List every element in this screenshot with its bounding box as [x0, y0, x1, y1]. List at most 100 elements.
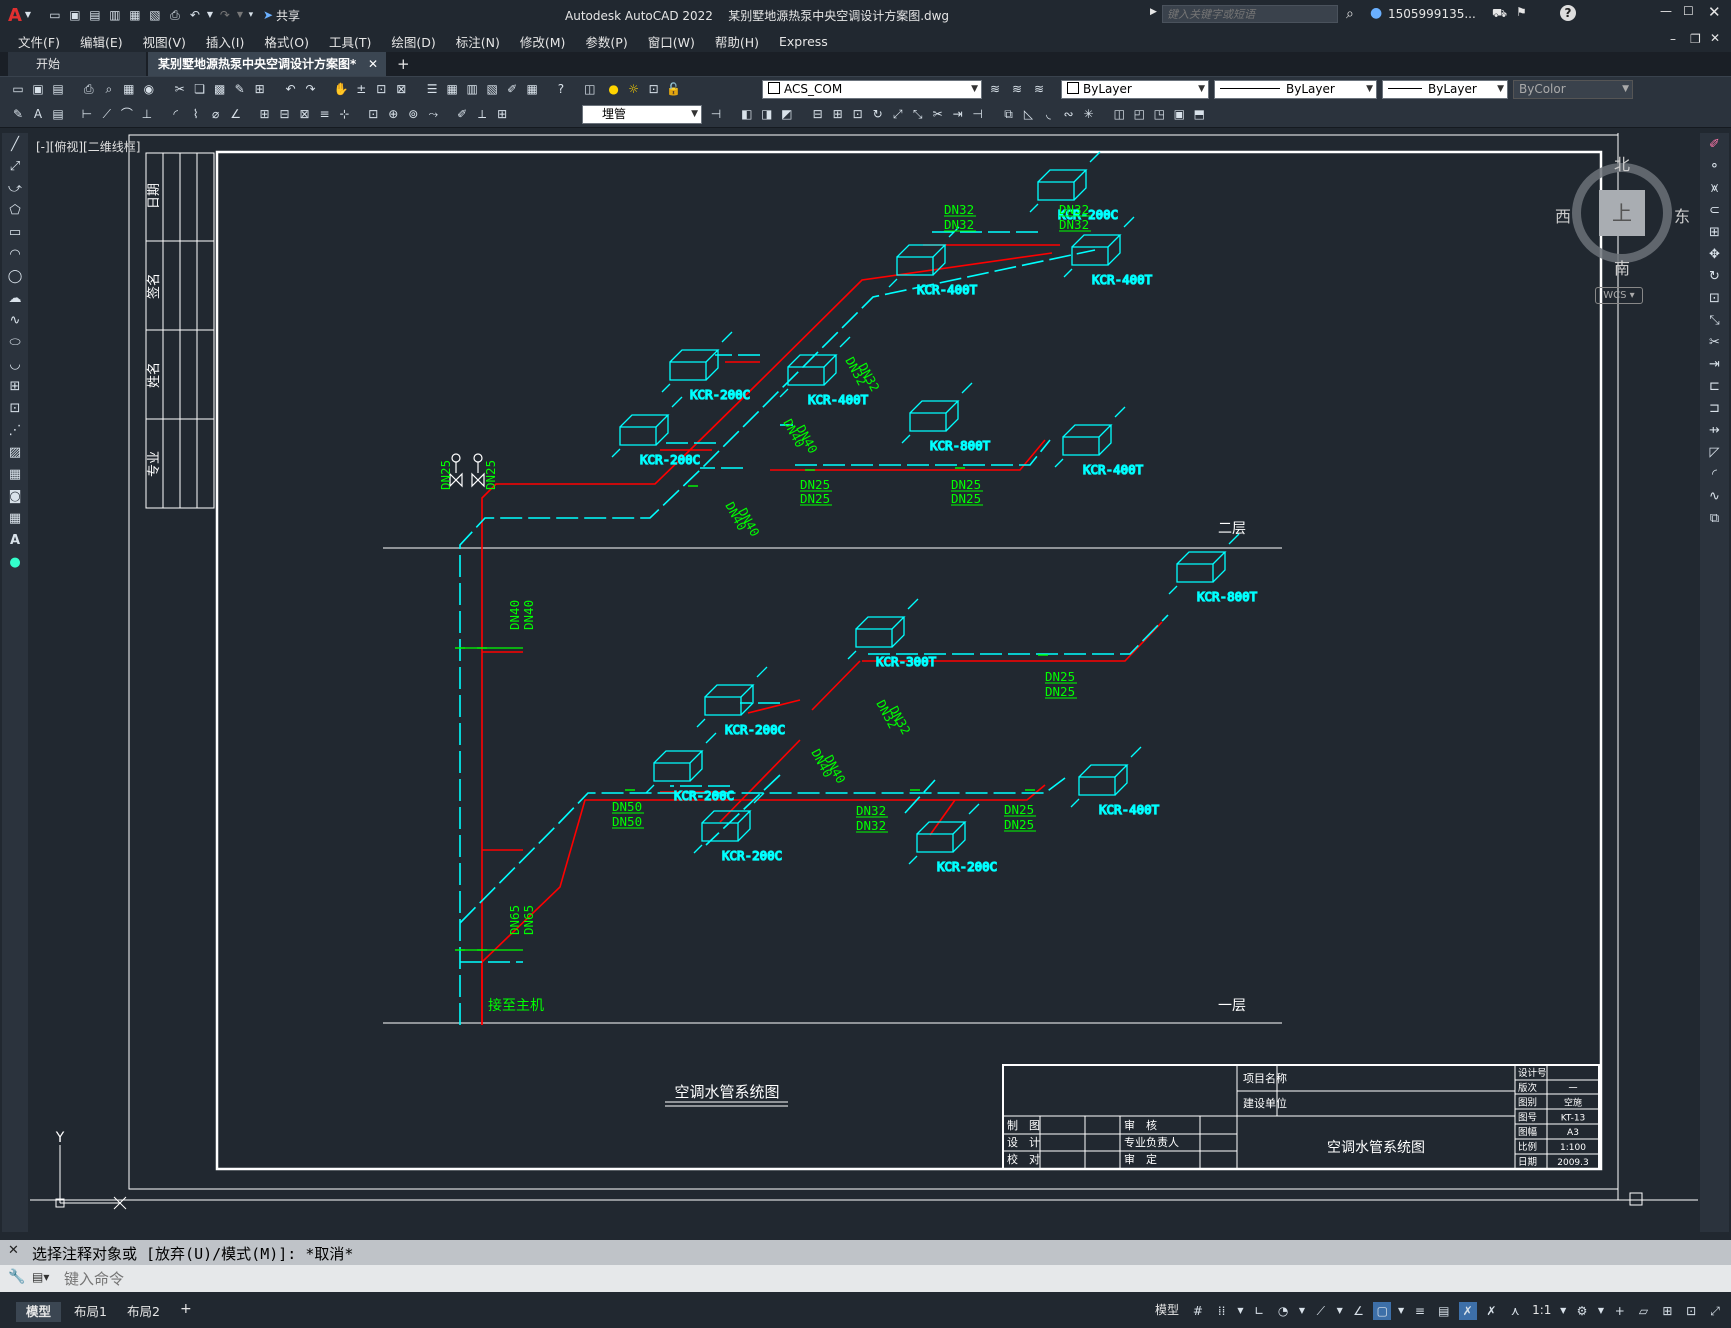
radius-icon[interactable]: ◜ — [167, 105, 185, 123]
menu-express[interactable]: Express — [769, 34, 838, 49]
markup-icon[interactable]: ✐ — [503, 80, 521, 98]
blend-icon[interactable]: ∾ — [1059, 105, 1077, 123]
units-icon[interactable]: ▱ — [1635, 1302, 1653, 1320]
layout-tab-model[interactable]: 模型 — [16, 1302, 62, 1322]
open-icon[interactable]: ▣ — [29, 80, 47, 98]
ac-unit[interactable]: KCR-200C — [661, 331, 751, 403]
calculator-icon[interactable]: ▦ — [523, 80, 541, 98]
menu-parametric[interactable]: 参数(P) — [575, 32, 637, 51]
isolate-objects-icon[interactable]: ⊡ — [1682, 1302, 1700, 1320]
text-style-select[interactable]: 埋管 ▼ — [582, 105, 702, 124]
compass-south[interactable]: 南 — [1614, 255, 1630, 279]
new-tab-icon[interactable]: + — [397, 55, 410, 73]
layer-select[interactable]: ACS_COM ▼ — [762, 80, 982, 99]
array-icon[interactable]: ⊞ — [1704, 223, 1726, 243]
quick-properties-icon[interactable]: ⊞ — [1658, 1302, 1676, 1320]
paste-icon[interactable]: ▩ — [211, 80, 229, 98]
save-as-icon[interactable]: ▥ — [106, 6, 124, 24]
dim-text-edit-icon[interactable]: ⟂ — [473, 105, 491, 123]
layer-freeze-icon[interactable]: ☼ — [625, 80, 643, 98]
copy-icon[interactable]: ⚬ — [1704, 157, 1726, 177]
undo-dropdown-icon[interactable]: ▼ — [206, 6, 214, 24]
redo-icon[interactable]: ↷ — [216, 6, 234, 24]
doc-close-icon[interactable]: ✕ — [1710, 31, 1720, 45]
zoom-previous-icon[interactable]: ⊠ — [392, 80, 410, 98]
erase-icon[interactable]: ◧ — [738, 105, 756, 123]
ac-unit[interactable]: KCR-200C — [611, 396, 701, 468]
menu-file[interactable]: 文件(F) — [8, 32, 70, 51]
layout-tab-2[interactable]: 布局2 — [117, 1302, 170, 1322]
offset-icon[interactable]: ⊂ — [1704, 201, 1726, 221]
quick-access-dropdown-icon[interactable]: ▾ — [246, 6, 256, 24]
aligned-dim-icon[interactable]: ⟋ — [98, 105, 116, 123]
zoom-window-icon[interactable]: ⊡ — [372, 80, 390, 98]
jogged-icon[interactable]: ⌇ — [187, 105, 205, 123]
trim-icon[interactable]: ✂ — [1704, 333, 1726, 353]
annotation-scale-value[interactable]: 1:1 — [1529, 1303, 1554, 1317]
recent-commands-icon[interactable]: ▤▾ — [32, 1270, 49, 1284]
minimize-icon[interactable]: — — [1660, 4, 1672, 18]
menu-modify[interactable]: 修改(M) — [510, 32, 576, 51]
continue-icon[interactable]: ⊠ — [295, 105, 313, 123]
transparency-icon[interactable]: ▤ — [1435, 1302, 1453, 1320]
snap-icon[interactable]: ⁞⁞ — [1213, 1302, 1231, 1320]
layer-previous-icon[interactable]: ≋ — [1008, 80, 1026, 98]
field-icon[interactable]: ▤ — [49, 105, 67, 123]
ac-unit[interactable]: KCR-200C — [908, 803, 998, 875]
trim-icon[interactable]: ✂ — [929, 105, 947, 123]
break-point-icon[interactable]: ⊏ — [1704, 377, 1726, 397]
quick-dim-icon[interactable]: ⊞ — [255, 105, 273, 123]
layer-on-icon[interactable]: ● — [605, 80, 623, 98]
menu-format[interactable]: 格式(O) — [254, 32, 319, 51]
polar-icon[interactable]: ◔ — [1274, 1302, 1292, 1320]
blend-icon[interactable]: ∿ — [1704, 487, 1726, 507]
stretch-icon[interactable]: ⤡ — [909, 105, 927, 123]
grid-icon[interactable]: # — [1189, 1302, 1207, 1320]
tab-start[interactable]: 开始 — [8, 52, 146, 76]
ac-unit[interactable]: KCR-400T — [1054, 406, 1144, 478]
offset-icon[interactable]: ⊟ — [809, 105, 827, 123]
mirror-icon[interactable]: ⩙ — [1704, 179, 1726, 199]
ellipse-arc-icon[interactable]: ◡ — [4, 355, 26, 375]
auto-scale-icon[interactable]: ✗ — [1482, 1302, 1500, 1320]
tab-drawing[interactable]: 某别墅地源热泵中央空调设计方案图* ✕ — [148, 52, 386, 76]
mirror-icon[interactable]: ◩ — [778, 105, 796, 123]
join-icon[interactable]: ⇸ — [1704, 421, 1726, 441]
dim-update-icon[interactable]: ⊞ — [493, 105, 511, 123]
workspace-dropdown-icon[interactable]: ▼ — [1597, 1302, 1605, 1320]
ac-unit[interactable]: KCR-200C — [696, 666, 786, 738]
add-selected-icon[interactable]: ● — [4, 553, 26, 573]
help-icon[interactable]: ? — [552, 80, 570, 98]
chamfer-icon[interactable]: ◺ — [1019, 105, 1037, 123]
cut-icon[interactable]: ✂ — [171, 80, 189, 98]
help-icon[interactable]: ? — [1560, 5, 1576, 21]
ortho-icon[interactable]: ∟ — [1250, 1302, 1268, 1320]
lineweight-icon[interactable]: ≡ — [1411, 1302, 1429, 1320]
ac-unit[interactable]: KCR-800T — [901, 382, 991, 454]
hatch-icon[interactable]: ▨ — [4, 443, 26, 463]
layer-state-icon[interactable]: ≋ — [1030, 80, 1048, 98]
line-icon[interactable]: ╱ — [4, 135, 26, 155]
pan-icon[interactable]: ✋ — [332, 80, 350, 98]
menu-edit[interactable]: 编辑(E) — [70, 32, 133, 51]
gradient-icon[interactable]: ▦ — [4, 465, 26, 485]
scale-icon[interactable]: ⤢ — [889, 105, 907, 123]
erase-icon[interactable]: ✐ — [1704, 135, 1726, 155]
cart-icon[interactable]: ⛟ — [1492, 6, 1507, 22]
spline-icon[interactable]: ∿ — [4, 311, 26, 331]
layer-make-current-icon[interactable]: ≋ — [986, 80, 1004, 98]
web-mobile-icon[interactable]: ▦ — [126, 6, 144, 24]
viewport-controls[interactable]: [-][俯视][二维线框] — [36, 138, 140, 155]
copy-obj-icon[interactable]: ◨ — [758, 105, 776, 123]
break-icon[interactable]: ⊹ — [335, 105, 353, 123]
app-menu-chevron-icon[interactable]: ▼ — [23, 6, 33, 24]
block-icon[interactable]: ◫ — [1110, 105, 1128, 123]
drawing-area[interactable]: KCR-200C KCR-400T KCR-400T KCR-200C KCR-400T… — [30, 133, 1698, 1230]
isodraft-icon[interactable]: ⟋ — [1312, 1302, 1330, 1320]
menu-insert[interactable]: 插入(I) — [196, 32, 254, 51]
circle-icon[interactable]: ◯ — [4, 267, 26, 287]
plot-icon[interactable]: ⎙ — [80, 80, 98, 98]
scale-icon[interactable]: ⊡ — [1704, 289, 1726, 309]
color-select[interactable]: ByLayer ▼ — [1061, 80, 1209, 99]
annotation-scale-icon[interactable]: ⋏ — [1506, 1302, 1524, 1320]
